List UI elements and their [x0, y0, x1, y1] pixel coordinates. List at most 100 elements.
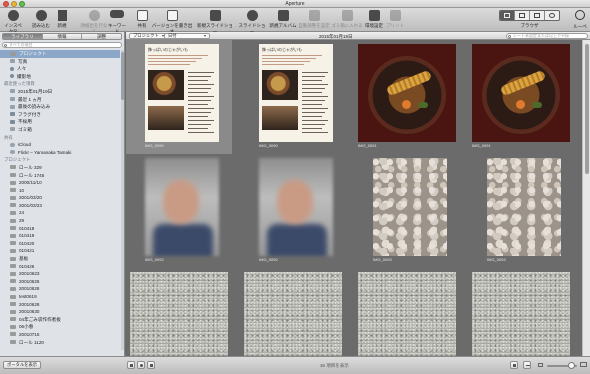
- map-view-button[interactable]: [545, 11, 559, 20]
- sidebar-item[interactable]: ロール 329: [0, 164, 120, 172]
- sidebar-item[interactable]: フラグ付き: [0, 111, 120, 119]
- sidebar-item[interactable]: 撮影地: [0, 73, 120, 81]
- sidebar-item[interactable]: ロール 1745: [0, 172, 120, 180]
- sidebar-item[interactable]: 10: [0, 187, 120, 195]
- sidebar-item[interactable]: 2015年01月19日: [0, 88, 120, 96]
- grid-size-button[interactable]: [510, 361, 518, 369]
- thumbnail-image[interactable]: [358, 272, 456, 356]
- auto-adjust-button[interactable]: 自動調整を設定: [298, 10, 330, 31]
- tab-library[interactable]: ライブラリ: [3, 34, 43, 39]
- sidebar-item[interactable]: 010419: [0, 232, 120, 240]
- sidebar-item[interactable]: プロジェクト: [0, 50, 120, 58]
- sidebar-item[interactable]: 最近 1 ヵ月: [0, 96, 120, 104]
- list-view-button[interactable]: [523, 361, 531, 369]
- sidebar-item[interactable]: 04年ごみ袋作作者板: [0, 316, 120, 324]
- sidebar-item[interactable]: 010418: [0, 225, 120, 233]
- sidebar-item[interactable]: 20010628: [0, 301, 120, 309]
- loupe-button[interactable]: ルーペ: [572, 10, 588, 30]
- split-view-button[interactable]: [515, 11, 530, 20]
- photo-thumbnail[interactable]: 飾っぱいのじゃがいも IMG_0090: [126, 40, 232, 154]
- inspector-button[interactable]: インスペクタ: [2, 10, 24, 34]
- thumbnail-size-knob[interactable]: [568, 362, 575, 369]
- view-mode-control[interactable]: [499, 10, 560, 21]
- sidebar-item[interactable]: 20010626: [0, 278, 120, 286]
- rotate-tool-button[interactable]: [137, 361, 145, 369]
- viewer-button[interactable]: [530, 11, 545, 20]
- select-tool-button[interactable]: [127, 361, 135, 369]
- sort-popup[interactable]: 日付: [164, 33, 210, 39]
- sidebar-item[interactable]: 20010623: [0, 270, 120, 278]
- photo-thumbnail[interactable]: IMG_0091: [354, 40, 460, 154]
- sidebar-item[interactable]: 29: [0, 217, 120, 225]
- sidebar-item[interactable]: 2000/11/10: [0, 179, 120, 187]
- thumbnail-image[interactable]: [373, 158, 447, 256]
- sidebar-item[interactable]: test0619: [0, 293, 120, 301]
- sidebar-item[interactable]: 写真: [0, 58, 120, 66]
- show-portal-button[interactable]: ポータルを表示: [3, 361, 42, 369]
- thumbnail-image[interactable]: [487, 158, 561, 256]
- import-button[interactable]: 読み込む: [29, 10, 53, 31]
- sidebar-item[interactable]: 010420: [0, 240, 120, 248]
- sidebar-item[interactable]: 20010628: [0, 285, 120, 293]
- new-button[interactable]: 新規: [55, 10, 69, 31]
- sidebar-item[interactable]: 06小春: [0, 323, 120, 331]
- sidebar-item[interactable]: 最後の読み込み: [0, 103, 120, 111]
- sidebar-item[interactable]: Flickr – Yamanaka Tamaki: [0, 149, 120, 157]
- photo-thumbnail[interactable]: IMG_0092: [240, 154, 346, 268]
- sidebar-item-label: 29: [19, 218, 25, 224]
- tab-adjustments[interactable]: 調整: [82, 34, 121, 39]
- lift-tool-button[interactable]: [147, 361, 155, 369]
- thumbnail-image[interactable]: [259, 158, 333, 256]
- sidebar-item[interactable]: 不採用: [0, 118, 120, 126]
- sidebar-item[interactable]: 20010630: [0, 308, 120, 316]
- browser-scrollbar[interactable]: [582, 40, 590, 356]
- sidebar-item[interactable]: ロール 1120: [0, 339, 120, 347]
- export-version-button[interactable]: バージョンを書き出す: [150, 10, 194, 34]
- photo-thumbnail[interactable]: IMG_0091: [468, 40, 574, 154]
- sidebar-item[interactable]: 2001/03/23: [0, 202, 120, 210]
- share-button[interactable]: 共有: [136, 10, 148, 31]
- browser-scroll-thumb[interactable]: [585, 44, 589, 174]
- sidebar-scroll-thumb[interactable]: [121, 52, 124, 100]
- sidebar-item[interactable]: 人々: [0, 65, 120, 73]
- sidebar-item[interactable]: 基板: [0, 255, 120, 263]
- thumbnail-image[interactable]: [145, 158, 219, 256]
- thumbnail-image[interactable]: [244, 272, 342, 356]
- new-slideshow-button[interactable]: 新規スライドショー: [195, 10, 235, 34]
- browser-filter-field[interactable]: レート未設定または以上で不採: [506, 33, 588, 39]
- sidebar-item[interactable]: 20010715: [0, 331, 120, 339]
- thumbnail-image[interactable]: [358, 44, 456, 142]
- detect-faces-button[interactable]: 顔検出を行なる: [79, 10, 109, 34]
- photo-thumbnail[interactable]: [468, 268, 574, 356]
- thumbnail-image[interactable]: 飾っぱいのじゃがいも: [259, 44, 333, 142]
- thumbnail-image[interactable]: 飾っぱいのじゃがいも: [145, 44, 219, 142]
- thumbnail-image[interactable]: [130, 272, 228, 356]
- thumbnail-image[interactable]: [472, 272, 570, 356]
- thumbnail-caption: IMG_0093: [373, 257, 392, 262]
- sidebar-item[interactable]: ゴミ箱: [0, 126, 120, 134]
- preferences-button[interactable]: 環境設定: [364, 10, 384, 31]
- photo-thumbnail[interactable]: [240, 268, 346, 356]
- sidebar-item[interactable]: iCloud: [0, 141, 120, 149]
- new-album-button[interactable]: 新規アルバム: [269, 10, 297, 31]
- sidebar-search-field[interactable]: すべての項目: [2, 42, 122, 48]
- scope-popup[interactable]: プロジェクト: [129, 33, 168, 39]
- thumbnail-image[interactable]: [472, 44, 570, 142]
- photo-thumbnail[interactable]: [126, 268, 232, 356]
- photo-thumbnail[interactable]: [354, 268, 460, 356]
- print-button[interactable]: プリント: [386, 10, 404, 31]
- keywords-button[interactable]: キーワード: [107, 10, 127, 34]
- photo-thumbnail[interactable]: IMG_0093: [468, 154, 574, 268]
- move-to-trash-button[interactable]: ゴミ箱に入れる: [331, 10, 363, 31]
- tab-info[interactable]: 情報: [42, 34, 83, 39]
- photo-thumbnail[interactable]: IMG_0093: [354, 154, 460, 268]
- photo-thumbnail[interactable]: IMG_0092: [126, 154, 232, 268]
- play-slideshow-button[interactable]: スライドショー: [237, 10, 267, 34]
- sidebar-item[interactable]: 010426: [0, 263, 120, 271]
- sidebar-scrollbar[interactable]: [121, 50, 124, 350]
- sidebar-item[interactable]: 24: [0, 209, 120, 217]
- sidebar-item[interactable]: 2001/03/20: [0, 194, 120, 202]
- sidebar-item[interactable]: 010421: [0, 247, 120, 255]
- browser-view-button[interactable]: [500, 11, 515, 20]
- photo-thumbnail[interactable]: 飾っぱいのじゃがいも IMG_0090: [240, 40, 346, 154]
